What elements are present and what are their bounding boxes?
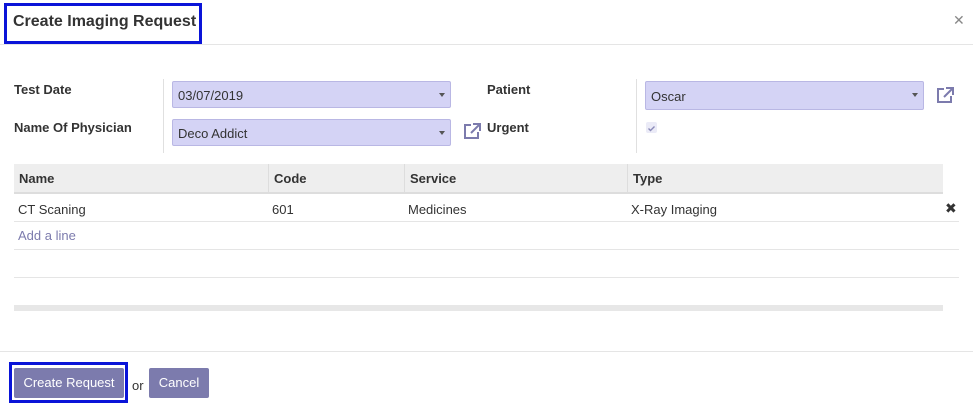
- row-divider: [14, 277, 959, 278]
- column-header-code[interactable]: Code: [268, 164, 404, 192]
- urgent-checkbox[interactable]: [646, 122, 657, 133]
- chevron-down-icon: [439, 131, 445, 135]
- or-text: or: [132, 378, 144, 393]
- test-date-value: 03/07/2019: [178, 88, 244, 103]
- external-link-icon[interactable]: [935, 86, 955, 104]
- cell-code: 601: [272, 202, 294, 217]
- close-icon[interactable]: ✕: [953, 12, 965, 29]
- create-request-button[interactable]: Create Request: [14, 368, 124, 398]
- column-header-type[interactable]: Type: [627, 164, 943, 192]
- physician-value: Deco Addict: [178, 126, 248, 141]
- form-separator-left: [163, 79, 164, 153]
- dialog-title: Create Imaging Request: [13, 13, 197, 30]
- cell-type: X-Ray Imaging: [631, 202, 717, 217]
- chevron-down-icon: [912, 93, 918, 97]
- trash-icon[interactable]: ✖: [945, 200, 957, 217]
- column-header-service[interactable]: Service: [404, 164, 627, 192]
- column-header-name[interactable]: Name: [14, 164, 268, 192]
- physician-label: Name Of Physician: [14, 120, 132, 135]
- checkmark-icon: [648, 126, 655, 132]
- add-line-link[interactable]: Add a line: [18, 228, 76, 243]
- cell-name: CT Scaning: [18, 202, 86, 217]
- patient-label: Patient: [487, 82, 531, 97]
- table-header: Name Code Service Type: [14, 164, 943, 194]
- title-highlight: Create Imaging Request: [4, 3, 202, 44]
- row-divider: [14, 249, 959, 250]
- table-row[interactable]: CT Scaning 601 Medicines X-Ray Imaging ✖: [14, 195, 959, 222]
- urgent-label: Urgent: [487, 120, 529, 135]
- physician-field[interactable]: Deco Addict: [172, 119, 451, 146]
- patient-value: Oscar: [651, 89, 686, 104]
- cancel-button[interactable]: Cancel: [149, 368, 209, 398]
- test-date-field[interactable]: 03/07/2019: [172, 81, 451, 108]
- external-link-icon[interactable]: [462, 122, 482, 140]
- dialog-footer: [0, 351, 973, 418]
- patient-field[interactable]: Oscar: [645, 81, 924, 110]
- test-date-label: Test Date: [14, 82, 72, 97]
- form-separator-right: [636, 79, 637, 153]
- horizontal-scrollbar[interactable]: [14, 305, 943, 311]
- cell-service: Medicines: [408, 202, 467, 217]
- chevron-down-icon: [439, 93, 445, 97]
